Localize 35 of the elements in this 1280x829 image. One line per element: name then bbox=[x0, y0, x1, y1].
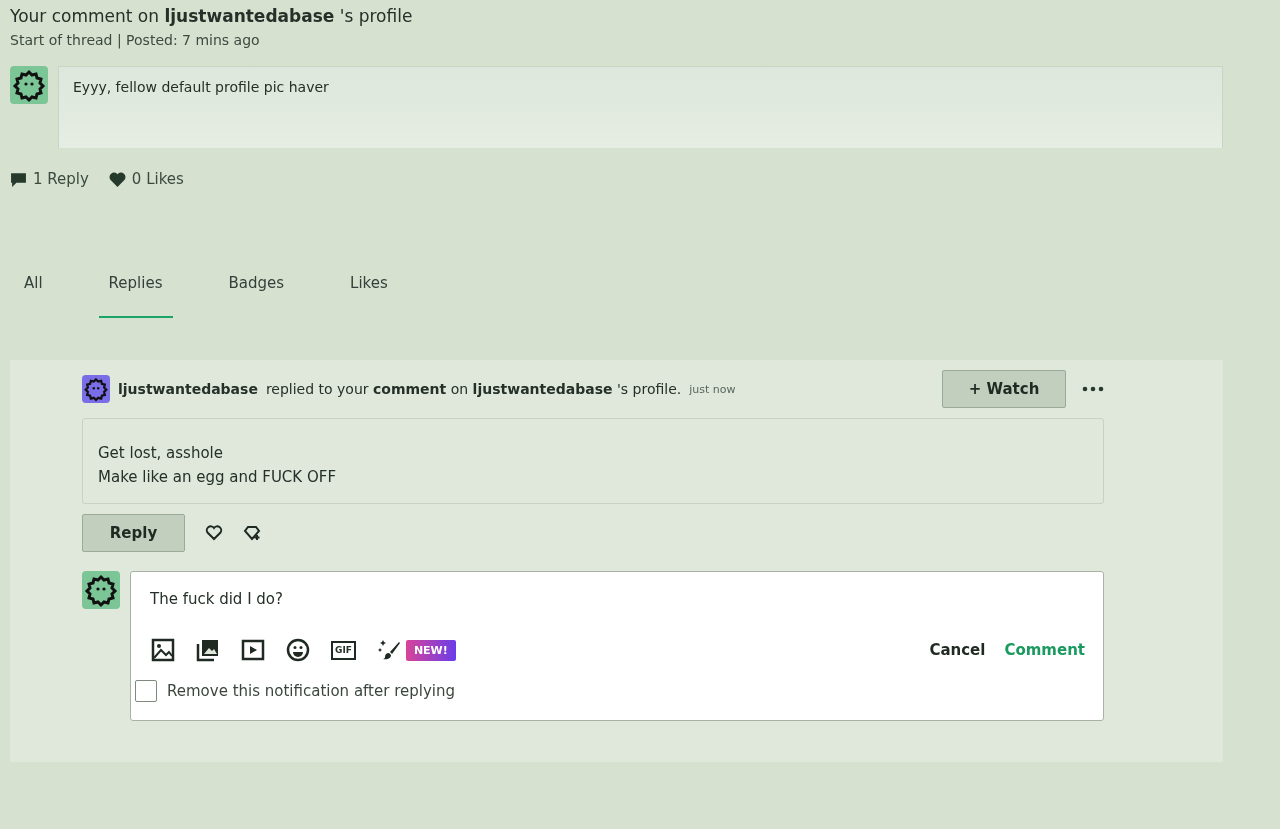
tab[interactable]: Likes bbox=[340, 274, 398, 318]
more-options-icon[interactable] bbox=[1082, 386, 1104, 392]
comment-text: Eyyy, fellow default profile pic haver bbox=[58, 66, 1223, 148]
thread-meta: Start of thread | Posted: 7 mins ago bbox=[10, 32, 261, 48]
tab[interactable]: All bbox=[14, 274, 53, 318]
notification-text: replied to your comment on ljustwantedabase 's profile. bbox=[265, 381, 682, 397]
video-play-icon[interactable] bbox=[241, 638, 265, 662]
heart-outline-icon[interactable] bbox=[205, 524, 223, 542]
gif-button[interactable]: GIF bbox=[331, 640, 356, 660]
cancel-button[interactable]: Cancel bbox=[929, 641, 986, 659]
new-badge: NEW! bbox=[405, 639, 456, 661]
like-count[interactable]: 0 Likes bbox=[131, 170, 184, 188]
tab[interactable]: Badges bbox=[218, 274, 295, 318]
reply-input[interactable]: The fuck did I do? bbox=[135, 584, 665, 614]
tab[interactable]: Replies bbox=[98, 274, 173, 318]
emoji-icon[interactable] bbox=[286, 638, 310, 662]
reply-button[interactable]: Reply bbox=[82, 514, 185, 552]
avatar-icon bbox=[10, 66, 48, 104]
username-link[interactable]: ljustwantedabase bbox=[118, 381, 258, 397]
comment-button[interactable]: Comment bbox=[1004, 641, 1085, 659]
gallery-icon[interactable] bbox=[196, 638, 220, 662]
reply-message: Get lost, asshole Make like an egg and FUCK OFF bbox=[82, 418, 1104, 504]
checkbox[interactable] bbox=[135, 680, 157, 702]
thread-title: Your comment on ljustwantedabase 's profile bbox=[10, 6, 414, 26]
image-icon[interactable] bbox=[151, 638, 175, 662]
speech-bubble-icon bbox=[10, 170, 27, 188]
checkbox-label: Remove this notification after replying bbox=[167, 682, 455, 700]
avatar-icon bbox=[82, 571, 120, 609]
heart-icon bbox=[108, 170, 126, 188]
watch-button[interactable]: + Watch bbox=[942, 370, 1066, 408]
tag-plus-icon[interactable] bbox=[243, 524, 261, 542]
sparkle-brush-icon[interactable] bbox=[376, 638, 401, 662]
avatar-icon bbox=[82, 375, 110, 403]
timestamp: just now bbox=[689, 382, 736, 396]
reply-count[interactable]: 1 Reply bbox=[33, 170, 89, 188]
